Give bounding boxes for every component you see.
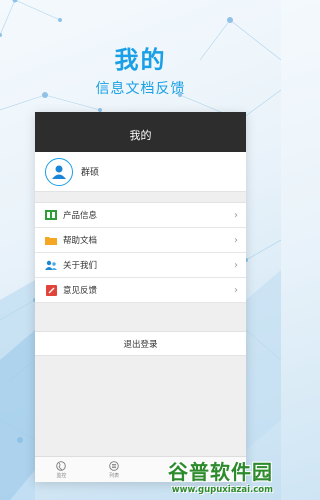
folder-icon bbox=[45, 234, 57, 246]
chevron-right-icon: › bbox=[234, 234, 238, 246]
profile-row[interactable]: 群硕 bbox=[35, 152, 246, 192]
chevron-right-icon: › bbox=[234, 284, 238, 296]
tab-label: 监控 bbox=[56, 472, 67, 479]
menu-item-label: 产品信息 bbox=[63, 211, 98, 221]
menu-item-label: 意见反馈 bbox=[63, 286, 98, 296]
phone-screen: 我的 群硕 产品信息 › 帮助文档 › 关于我们 › 意见反馈 › 退出登录 bbox=[35, 112, 246, 482]
profile-name: 群硕 bbox=[81, 168, 100, 178]
chevron-right-icon: › bbox=[234, 209, 238, 221]
page-title: 我的 bbox=[129, 129, 152, 142]
watermark-text: 谷普软件园 bbox=[168, 460, 273, 484]
menu-item-help-docs[interactable]: 帮助文档 › bbox=[35, 228, 246, 253]
watermark-url: www.gupuxiazai.com bbox=[171, 485, 273, 495]
list-icon bbox=[109, 460, 119, 471]
menu-item-about-us[interactable]: 关于我们 › bbox=[35, 253, 246, 278]
globe-icon bbox=[56, 460, 67, 471]
avatar bbox=[45, 157, 73, 186]
logout-label: 退出登录 bbox=[123, 339, 158, 350]
chevron-right-icon: › bbox=[234, 259, 238, 271]
promo-subtitle: 信息文档反馈 bbox=[95, 81, 186, 97]
app-header: 我的 bbox=[35, 112, 246, 152]
user-icon bbox=[52, 165, 66, 179]
watermark-logo: 谷普软件园 www.gupuxiazai.com bbox=[127, 456, 273, 498]
menu-item-label: 关于我们 bbox=[63, 261, 98, 271]
promo-title: 我的 bbox=[114, 46, 167, 74]
menu-item-product-info[interactable]: 产品信息 › bbox=[35, 203, 246, 228]
people-icon bbox=[45, 259, 57, 271]
pencil-note-icon bbox=[45, 284, 57, 296]
menu-item-label: 帮助文档 bbox=[63, 236, 98, 246]
tab-monitor[interactable]: 监控 bbox=[35, 457, 88, 482]
product-card-icon bbox=[45, 209, 57, 221]
tab-label: 列表 bbox=[109, 472, 120, 479]
logout-button[interactable]: 退出登录 bbox=[35, 331, 246, 356]
menu-item-feedback[interactable]: 意见反馈 › bbox=[35, 278, 246, 303]
menu-list: 产品信息 › 帮助文档 › 关于我们 › 意见反馈 › bbox=[35, 202, 246, 303]
